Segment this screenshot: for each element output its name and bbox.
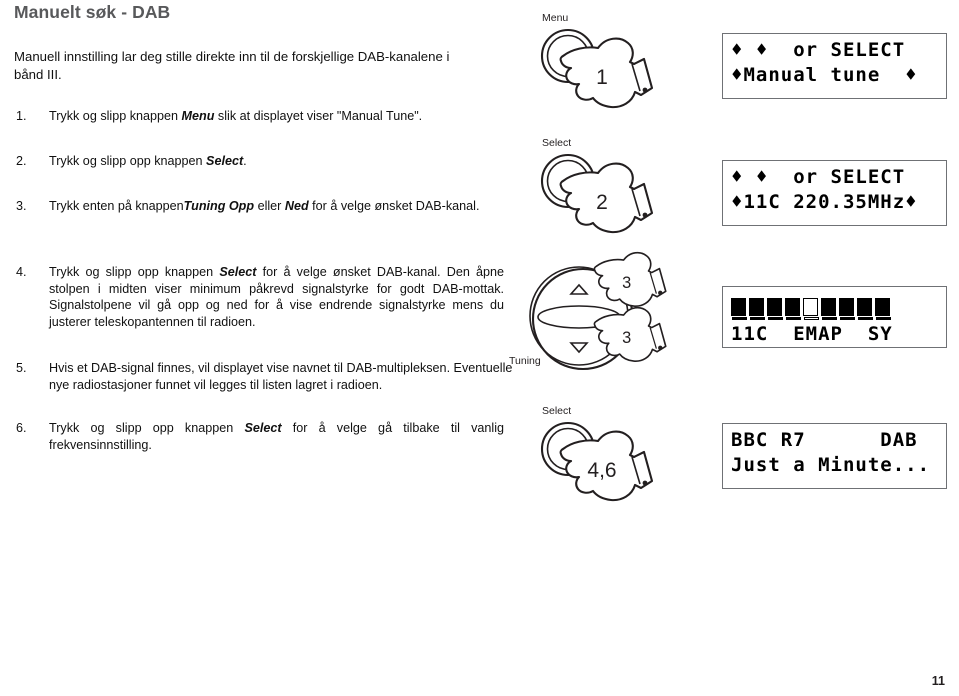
step-bold-term: Tuning Opp xyxy=(183,199,255,213)
hand-pressing-select-icon: 2 xyxy=(540,153,654,234)
lcd-display-manual-tune: ♦ ♦ or SELECT ♦Manual tune ♦ xyxy=(722,33,947,99)
step-text-part: eller xyxy=(254,199,285,213)
lcd-line-1: ♦ ♦ or SELECT xyxy=(731,39,906,61)
step-number: 5. xyxy=(16,361,27,375)
step-item-1: 1. Trykk og slipp knappen Menu slik at d… xyxy=(14,108,504,125)
illustration-press-select-button-step2: Select 2 xyxy=(528,137,678,247)
knob-label-tuning: Tuning xyxy=(509,355,541,367)
step-text: Trykk og slipp opp knappen Select for å … xyxy=(49,420,504,453)
signal-bar xyxy=(821,298,837,320)
signal-bar xyxy=(839,298,855,320)
step-bold-term: Select xyxy=(244,421,282,435)
signal-bar-threshold xyxy=(803,298,819,320)
illustration-press-menu-button: Menu 1 xyxy=(528,12,678,122)
hand-pressing-menu-icon: 1 xyxy=(540,28,654,109)
step-item-6: 6. Trykk og slipp opp knappen Select for… xyxy=(14,420,504,453)
button-label-select: Select xyxy=(542,405,572,417)
page-title: Manuelt søk - DAB xyxy=(14,2,171,22)
tuning-knob-icon: + – 3 3 xyxy=(529,251,667,371)
step-text-part: Trykk og slipp knappen xyxy=(49,109,182,123)
illustration-press-select-button-step46: Select 4,6 xyxy=(528,405,688,515)
button-label-select: Select xyxy=(542,137,572,149)
hand-pressing-select-icon: 4,6 xyxy=(540,421,654,502)
step-number: 6. xyxy=(16,421,27,435)
step-item-5: 5. Hvis et DAB-signal finnes, vil displa… xyxy=(14,360,514,393)
signal-bar xyxy=(767,298,783,320)
step-bold-term: Menu xyxy=(181,109,215,123)
step-text: Trykk og slipp opp knappen Select for å … xyxy=(49,264,504,330)
lcd-line-1: BBC R7 DAB xyxy=(731,429,918,451)
signal-bar xyxy=(857,298,873,320)
signal-bar xyxy=(731,298,747,320)
step-item-2: 2. Trykk og slipp opp knappen Select. xyxy=(14,153,504,170)
lcd-line-2: Just a Minute... xyxy=(731,454,931,476)
step-text: Trykk og slipp opp knappen Select. xyxy=(49,153,504,170)
step-text: Trykk enten på knappenTuning Opp eller N… xyxy=(49,198,504,215)
page-number: 11 xyxy=(931,674,945,688)
lcd-line-1: ♦ ♦ or SELECT xyxy=(731,166,906,188)
lcd-line-2: 11C EMAP SY xyxy=(731,323,893,345)
step-item-3: 3. Trykk enten på knappenTuning Opp elle… xyxy=(14,198,504,215)
lcd-line-2: ♦11C 220.35MHz♦ xyxy=(731,191,918,213)
signal-bar xyxy=(875,298,891,320)
lcd-display-frequency: ♦ ♦ or SELECT ♦11C 220.35MHz♦ xyxy=(722,160,947,226)
step-text: Trykk og slipp knappen Menu slik at disp… xyxy=(49,108,504,125)
step-text-part: . xyxy=(243,154,247,168)
signal-bar xyxy=(785,298,801,320)
illustration-tuning-knob: Tuning + – 3 3 xyxy=(505,251,690,397)
step-text-part: slik at displayet viser "Manual Tune". xyxy=(214,109,423,123)
button-label-menu: Menu xyxy=(542,12,569,24)
step-text-part: Trykk enten på knappen xyxy=(49,199,184,213)
signal-strength-bars xyxy=(731,293,938,320)
intro-paragraph: Manuell innstilling lar deg stille direk… xyxy=(14,49,450,82)
hand-step-marker: 1 xyxy=(596,66,608,89)
step-text-part: Hvis et DAB-signal finnes, vil displayet… xyxy=(49,361,513,392)
step-number: 1. xyxy=(16,109,27,123)
step-bold-term: Ned xyxy=(284,199,309,213)
step-item-4: 4. Trykk og slipp opp knappen Select for… xyxy=(14,264,504,330)
step-text: Hvis et DAB-signal finnes, vil displayet… xyxy=(49,360,514,393)
instruction-text-column: Manuell innstilling lar deg stille direk… xyxy=(14,48,512,452)
hand-step-marker-up: 3 xyxy=(622,274,631,292)
step-bold-term: Select xyxy=(206,154,244,168)
step-number: 4. xyxy=(16,265,27,279)
hand-step-marker: 4,6 xyxy=(587,459,616,482)
signal-bar xyxy=(749,298,765,320)
hand-step-marker: 2 xyxy=(596,191,608,214)
step-number: 3. xyxy=(16,199,27,213)
lcd-display-station: BBC R7 DAB Just a Minute... xyxy=(722,423,947,489)
step-bold-term: Select xyxy=(219,265,257,279)
step-text-part: Trykk og slipp opp knappen xyxy=(49,421,245,435)
step-text-part: Trykk og slipp opp knappen xyxy=(49,154,207,168)
lcd-line-2: ♦Manual tune ♦ xyxy=(731,64,918,86)
step-text-part: for å velge ønsket DAB-kanal. xyxy=(308,199,480,213)
hand-step-marker-down: 3 xyxy=(622,329,631,347)
step-number: 2. xyxy=(16,154,27,168)
step-text-part: Trykk og slipp opp knappen xyxy=(49,265,220,279)
lcd-display-signal-strength: 11C EMAP SY xyxy=(722,286,947,348)
